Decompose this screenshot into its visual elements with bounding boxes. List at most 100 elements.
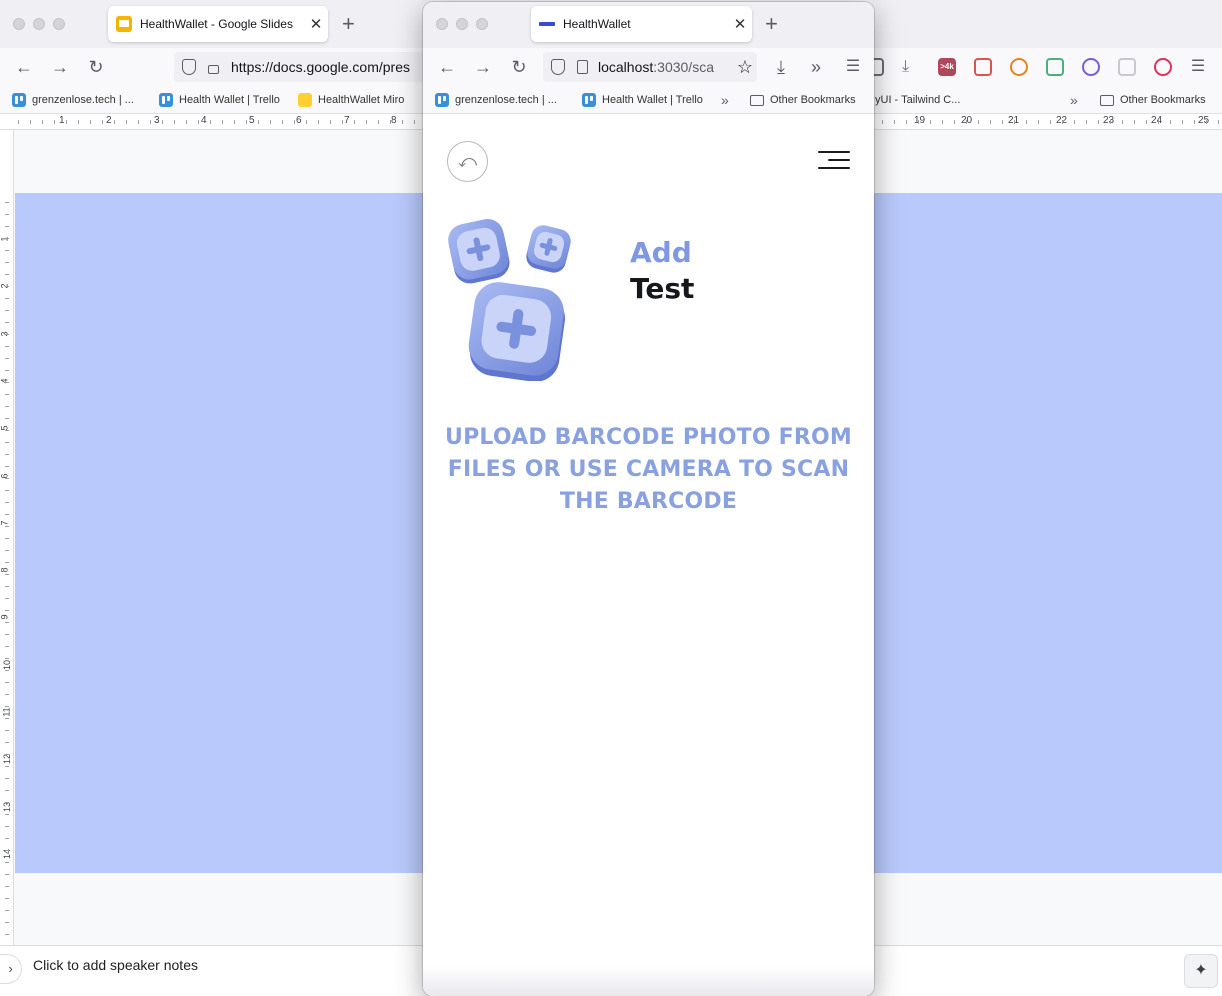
close-tab-icon[interactable]: ✕ <box>304 15 328 33</box>
ruler-tick <box>5 778 9 779</box>
ruler-tick <box>1062 120 1063 124</box>
ruler-tick <box>102 120 103 124</box>
new-tab-button[interactable]: + <box>765 11 778 37</box>
ruler-tick <box>306 120 307 124</box>
ruler-number: 24 <box>1151 115 1163 126</box>
download-icon[interactable]: ⤓ <box>902 58 920 76</box>
ruler-tick <box>162 120 163 124</box>
reload-icon[interactable]: ↻ <box>507 55 531 79</box>
page-title: Add Test <box>630 235 694 307</box>
ruler-number: 3 <box>154 115 160 126</box>
back-arrow-icon[interactable]: ← <box>435 55 459 79</box>
bookmark-tailwind[interactable]: yUI - Tailwind C... <box>875 92 960 108</box>
zoom-window-button[interactable] <box>476 18 488 30</box>
ruler-tick <box>1206 120 1207 124</box>
grid-extension-icon[interactable] <box>1118 58 1136 76</box>
ruler-tick <box>5 466 9 467</box>
menu-icon[interactable]: ☰ <box>841 55 865 79</box>
more-bookmarks-chevron-icon[interactable]: » <box>1070 92 1078 108</box>
more-bookmarks-chevron-icon[interactable]: » <box>721 92 729 108</box>
zoom-window-button[interactable] <box>53 18 65 30</box>
ruler-tick <box>1002 120 1003 124</box>
ruler-number: 7 <box>344 115 350 126</box>
ruler-tick <box>1182 120 1183 124</box>
ruler-number: 5 <box>249 115 255 126</box>
green-shield-extension-icon[interactable] <box>1046 58 1064 76</box>
url-path: :3030/sca <box>653 59 714 75</box>
hamburger-menu-icon[interactable] <box>818 151 850 171</box>
speaker-notes-placeholder[interactable]: Click to add speaker notes <box>33 957 198 973</box>
ruler-tick <box>186 120 187 124</box>
ruler-tick <box>5 298 9 299</box>
bookmark-grenzenlose[interactable]: grenzenlose.tech | ... <box>12 92 134 108</box>
ruler-tick <box>1110 120 1111 124</box>
assist-sparkle-icon[interactable]: ✦ <box>1184 954 1218 988</box>
ruler-tick <box>5 934 9 935</box>
ruler-tick <box>5 490 9 491</box>
bookmark-star-icon[interactable]: ☆ <box>733 57 757 78</box>
menu-icon[interactable]: ☰ <box>1186 55 1210 79</box>
metamask-icon[interactable] <box>1010 58 1028 76</box>
fg-bookmarks-bar: grenzenlose.tech | ... Health Wallet | T… <box>423 86 874 114</box>
bookmark-grenzenlose[interactable]: grenzenlose.tech | ... <box>435 92 557 108</box>
bottom-fade <box>423 966 874 996</box>
ruler-tick <box>5 826 9 827</box>
shield-icon <box>551 59 565 75</box>
ruler-tick <box>5 622 9 623</box>
tab-google-slides[interactable]: HealthWallet - Google Slides ✕ <box>108 6 328 42</box>
dots-extension-icon[interactable] <box>974 58 992 76</box>
ruler-number: 23 <box>1103 115 1115 126</box>
address-bar[interactable]: localhost:3030/sca ☆ <box>543 52 757 82</box>
minimize-window-button[interactable] <box>33 18 45 30</box>
back-arrow-icon[interactable]: ← <box>12 55 36 79</box>
ruler-tick <box>1074 120 1075 124</box>
tab-healthwallet[interactable]: HealthWallet ✕ <box>531 6 752 42</box>
ruler-number: 25 <box>1198 115 1210 126</box>
ruler-tick <box>5 442 9 443</box>
new-tab-button[interactable]: + <box>342 11 355 37</box>
purple-circle-extension-icon[interactable] <box>1082 58 1100 76</box>
ruler-tick <box>5 286 9 287</box>
ruler-tick <box>1218 120 1219 124</box>
ruler-tick <box>5 358 9 359</box>
minimize-window-button[interactable] <box>456 18 468 30</box>
bookmark-label: yUI - Tailwind C... <box>875 94 961 106</box>
ruler-tick <box>282 120 283 124</box>
ruler-tick <box>150 120 151 124</box>
ruler-tick <box>5 694 9 695</box>
ruler-tick <box>978 120 979 124</box>
ruler-tick <box>1050 120 1051 124</box>
foreground-browser-window: HealthWallet ✕ + ← → ↻ localhost:3030/sc… <box>423 2 874 996</box>
ruler-tick <box>5 574 9 575</box>
ruler-tick <box>882 120 883 124</box>
download-icon[interactable]: ⤓ <box>769 55 793 79</box>
upload-instructions[interactable]: UPLOAD BARCODE PHOTO FROM FILES OR USE C… <box>443 422 854 518</box>
bookmark-miro[interactable]: HealthWallet Miro <box>298 92 404 108</box>
trello-icon <box>12 93 26 107</box>
bookmark-other[interactable]: Other Bookmarks <box>1100 92 1206 108</box>
ruler-tick <box>342 120 343 124</box>
app-content: ⤺ Add Test UPLOAD BARCODE PHOTO FROM FIL… <box>423 115 874 996</box>
back-button[interactable]: ⤺ <box>447 141 488 182</box>
close-tab-icon[interactable]: ✕ <box>728 15 752 33</box>
close-window-button[interactable] <box>436 18 448 30</box>
close-window-button[interactable] <box>13 18 25 30</box>
overflow-chevron-icon[interactable]: » <box>804 55 828 79</box>
reload-icon[interactable]: ↻ <box>84 55 108 79</box>
bookmark-other[interactable]: Other Bookmarks <box>750 92 856 108</box>
4k-extension-icon[interactable]: >4k <box>938 58 956 76</box>
ruler-tick <box>1038 120 1039 124</box>
bookmark-trello[interactable]: Health Wallet | Trello <box>582 92 703 108</box>
forward-arrow-icon[interactable]: → <box>471 55 495 79</box>
red-shield-extension-icon[interactable] <box>1154 58 1172 76</box>
ruler-tick <box>222 120 223 124</box>
healthwallet-favicon-icon <box>539 19 555 29</box>
notes-expand-chevron-icon[interactable]: › <box>0 954 22 984</box>
ruler-tick <box>1086 120 1087 124</box>
forward-arrow-icon[interactable]: → <box>48 55 72 79</box>
ruler-tick <box>930 120 931 124</box>
ruler-tick <box>30 120 31 124</box>
bookmark-trello[interactable]: Health Wallet | Trello <box>159 92 280 108</box>
address-bar[interactable]: https://docs.google.com/pres <box>174 52 434 82</box>
tab-title: HealthWallet - Google Slides <box>140 17 293 31</box>
